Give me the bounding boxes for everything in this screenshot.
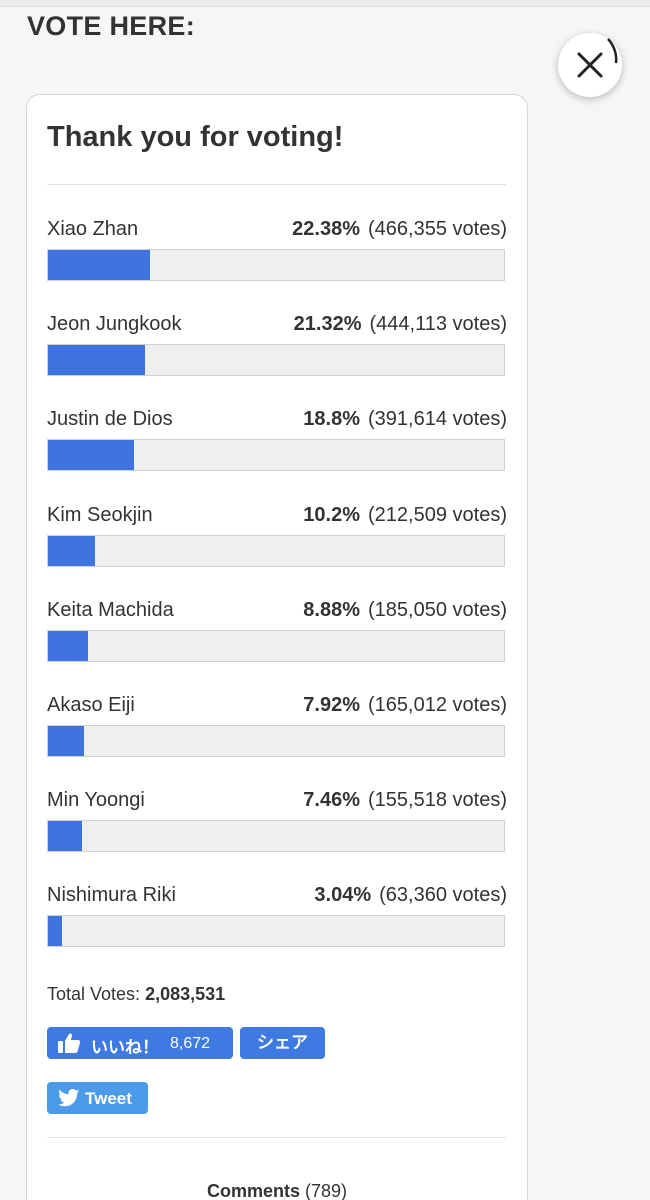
facebook-like-button[interactable]: いいね！ 8,672 [47, 1027, 233, 1059]
poll-option-header: Akaso Eiji 7.92% (165,012 votes) [47, 694, 507, 720]
poll-option-header: Nishimura Riki 3.04% (63,360 votes) [47, 884, 507, 910]
candidate-stats: 10.2% (212,509 votes) [303, 504, 507, 527]
candidate-name: Nishimura Riki [47, 884, 176, 907]
divider [47, 1137, 506, 1138]
poll-title: Thank you for voting! [47, 121, 344, 153]
poll-option: Min Yoongi 7.46% (155,518 votes) [47, 786, 507, 881]
candidate-name: Xiao Zhan [47, 218, 139, 240]
vote-count: (391,614 votes) [368, 408, 507, 431]
poll-option-header: Xiao Zhan 22.38% (466,355 votes) [47, 218, 507, 244]
poll-option: Akaso Eiji 7.92% (165,012 votes) [47, 691, 507, 786]
vote-count: (444,113 votes) [369, 313, 508, 336]
total-votes-label: Total Votes: [47, 984, 141, 1004]
share-label: シェア [257, 1033, 308, 1052]
facebook-share-button[interactable]: シェア [240, 1027, 325, 1059]
close-icon [577, 38, 618, 78]
divider [47, 184, 506, 185]
page: VOTE HERE: Thank you for voting! Xiao Zh… [0, 0, 650, 1200]
poll-option: Jeon Jungkook 21.32% (444,113 votes) [47, 310, 507, 405]
vote-here-heading: VOTE HERE: [27, 11, 196, 41]
twitter-bird-icon [58, 1089, 80, 1107]
poll-option-header: Jeon Jungkook 21.32% (444,113 votes) [47, 313, 507, 339]
vote-bar-fill [48, 725, 85, 756]
candidate-stats: 7.92% (165,012 votes) [303, 694, 507, 717]
vote-percentage: 3.04% [314, 884, 372, 907]
vote-percentage: 7.92% [303, 693, 361, 716]
candidate-stats: 22.38% (466,355 votes) [292, 218, 507, 241]
poll-card: Thank you for voting! Xiao Zhan 22.38% (46… [26, 94, 528, 1200]
vote-bar-track [47, 534, 505, 567]
like-count: 8,672 [170, 1035, 211, 1052]
vote-percentage: 21.32% [293, 313, 362, 336]
like-label: いいね！ [91, 1038, 159, 1057]
candidate-name: Min Yoongi [47, 789, 145, 812]
vote-bar-track [47, 820, 505, 853]
candidate-stats: 7.46% (155,518 votes) [303, 789, 507, 812]
poll-option-header: Keita Machida 8.88% (185,050 votes) [47, 599, 507, 625]
comments-label: Comments [206, 1181, 300, 1200]
vote-count: (466,355 votes) [368, 218, 507, 240]
candidate-name: Keita Machida [47, 598, 174, 621]
vote-percentage: 8.88% [303, 598, 361, 621]
vote-bar-fill [48, 250, 151, 280]
vote-count: (165,012 votes) [368, 693, 507, 716]
vote-bar-track [47, 439, 505, 472]
poll-results: Xiao Zhan 22.38% (466,355 votes) Jeon Jungk… [47, 215, 507, 977]
vote-bar-track [47, 629, 505, 662]
candidate-stats: 21.32% (444,113 votes) [294, 313, 507, 336]
comments-count: (789) [305, 1181, 348, 1200]
top-divider [0, 0, 650, 7]
total-votes-value: 2,083,531 [145, 984, 226, 1004]
vote-count: (63,360 votes) [379, 884, 507, 907]
vote-bar-track [47, 915, 505, 948]
vote-bar-track [47, 344, 505, 377]
tweet-label: Tweet [85, 1089, 132, 1108]
thumbs-up-icon [58, 1033, 81, 1053]
vote-percentage: 7.46% [303, 789, 361, 812]
vote-bar-fill [48, 440, 134, 471]
poll-option-header: Justin de Dios 18.8% (391,614 votes) [47, 408, 507, 434]
candidate-name: Justin de Dios [47, 408, 173, 431]
vote-bar-fill [48, 821, 83, 852]
poll-option: Justin de Dios 18.8% (391,614 votes) [47, 405, 507, 500]
vote-count: (155,518 votes) [368, 789, 507, 812]
vote-bar-fill [48, 916, 62, 947]
candidate-name: Akaso Eiji [47, 693, 135, 716]
vote-count: (185,050 votes) [368, 598, 507, 621]
total-votes: Total Votes: 2,083,531 [47, 984, 225, 1005]
candidate-name: Kim Seokjin [47, 503, 153, 526]
candidate-stats: 18.8% (391,614 votes) [303, 408, 507, 431]
comments-link[interactable]: Comments (789) [27, 1181, 527, 1200]
poll-option-header: Min Yoongi 7.46% (155,518 votes) [47, 789, 507, 815]
poll-option: Xiao Zhan 22.38% (466,355 votes) [47, 215, 507, 310]
poll-option: Keita Machida 8.88% (185,050 votes) [47, 596, 507, 691]
vote-percentage: 10.2% [303, 503, 361, 526]
vote-bar-track [47, 249, 505, 281]
candidate-name: Jeon Jungkook [47, 313, 182, 336]
vote-bar-fill [48, 345, 146, 376]
vote-bar-fill [48, 535, 95, 566]
poll-option: Nishimura Riki 3.04% (63,360 votes) [47, 881, 507, 976]
candidate-stats: 8.88% (185,050 votes) [303, 599, 507, 622]
vote-percentage: 18.8% [303, 408, 361, 431]
close-button[interactable] [558, 33, 622, 97]
vote-bar-fill [48, 630, 89, 661]
vote-count: (212,509 votes) [368, 503, 507, 526]
tweet-button[interactable]: Tweet [47, 1082, 148, 1114]
candidate-stats: 3.04% (63,360 votes) [314, 884, 507, 907]
vote-percentage: 22.38% [292, 218, 361, 240]
poll-option: Kim Seokjin 10.2% (212,509 votes) [47, 501, 507, 596]
poll-option-header: Kim Seokjin 10.2% (212,509 votes) [47, 504, 507, 530]
vote-bar-track [47, 724, 505, 757]
